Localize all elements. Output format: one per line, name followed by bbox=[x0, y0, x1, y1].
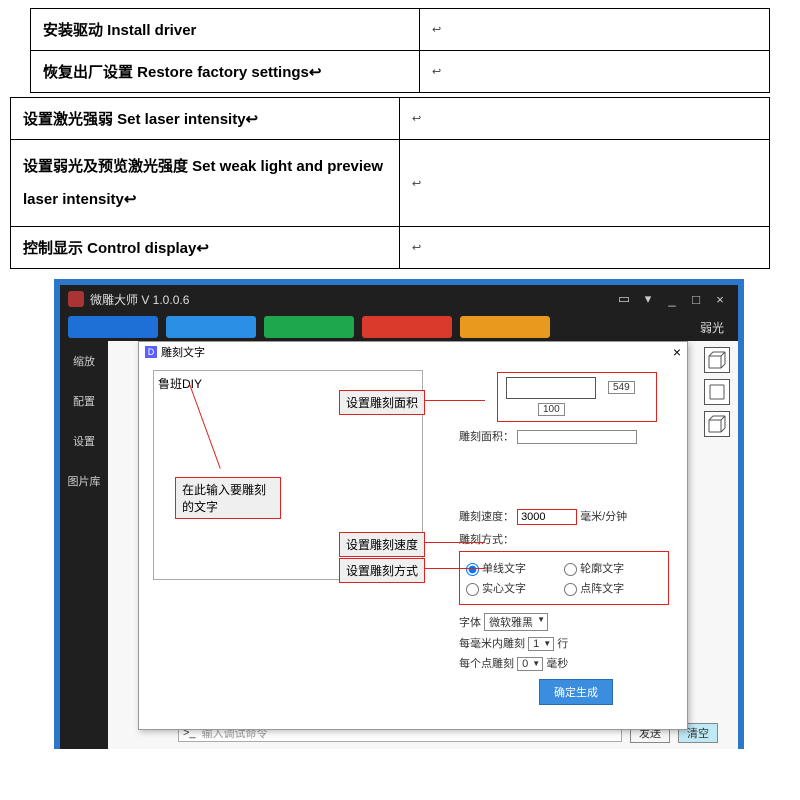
per-dot-label: 每个点雕刻 bbox=[459, 658, 514, 670]
app-window: 微雕大师 V 1.0.0.6 ▭ ▾ _ □ × 弱光 缩放 配置 设置 图片库 bbox=[60, 285, 738, 749]
titlebar: 微雕大师 V 1.0.0.6 ▭ ▾ _ □ × bbox=[60, 285, 738, 313]
mode-label: 雕刻方式： bbox=[459, 531, 679, 547]
tab-1[interactable] bbox=[68, 316, 158, 338]
table2-row1: 设置激光强弱 Set laser intensity↩ bbox=[11, 98, 400, 140]
dialog-header: D 雕刻文字 × bbox=[139, 342, 687, 362]
engrave-mode-group: 单线文字 轮廓文字 实心文字 点阵文字 bbox=[459, 551, 669, 605]
arrow-line bbox=[425, 542, 485, 543]
chat-icon[interactable]: ▭ bbox=[614, 291, 634, 307]
per-dot-suffix: 毫秒 bbox=[546, 658, 568, 670]
screenshot-frame: 微雕大师 V 1.0.0.6 ▭ ▾ _ □ × 弱光 缩放 配置 设置 图片库 bbox=[54, 279, 744, 749]
speed-label: 雕刻速度： bbox=[459, 511, 514, 523]
main-canvas: D 雕刻文字 × 鲁班DIY 在此输入要雕刻的文字 设置雕刻面积 设置雕刻速度 … bbox=[108, 341, 738, 749]
per-dot-select[interactable]: 0 bbox=[517, 657, 543, 671]
tab-2[interactable] bbox=[166, 316, 256, 338]
table1-row2: 恢复出厂设置 Restore factory settings↩ bbox=[31, 51, 420, 93]
size-width-value: 549 bbox=[608, 381, 635, 394]
sidebar-item-zoom[interactable]: 缩放 bbox=[60, 341, 108, 381]
arrow-line bbox=[425, 400, 485, 401]
minimize-icon[interactable]: _ bbox=[662, 292, 682, 307]
mode-option-outline[interactable]: 轮廓文字 bbox=[564, 560, 659, 576]
table2-row1-b: ↩ bbox=[400, 98, 770, 140]
per-mm-suffix: 行 bbox=[557, 638, 568, 650]
close-icon[interactable]: × bbox=[710, 292, 730, 307]
maximize-icon[interactable]: □ bbox=[686, 292, 706, 307]
tab-4[interactable] bbox=[362, 316, 452, 338]
right-fields: 549 100 雕刻面积： 雕刻速度： 毫米/分钟 雕刻方式： bbox=[439, 372, 679, 705]
dialog-close-icon[interactable]: × bbox=[673, 344, 681, 360]
mode-option-dot-matrix[interactable]: 点阵文字 bbox=[564, 580, 659, 596]
font-select[interactable]: 微软雅黑 bbox=[484, 613, 548, 631]
dialog-tab-icon: D bbox=[145, 346, 157, 358]
callout-text-hint: 在此输入要雕刻的文字 bbox=[175, 477, 281, 519]
doc-table-1: 安装驱动 Install driver ↩ 恢复出厂设置 Restore fac… bbox=[30, 8, 770, 93]
speed-unit: 毫米/分钟 bbox=[580, 511, 627, 523]
per-mm-label: 每毫米内雕刻 bbox=[459, 638, 525, 650]
app-title: 微雕大师 V 1.0.0.6 bbox=[90, 291, 189, 308]
size-preview-rect bbox=[506, 377, 596, 399]
front-view-icon[interactable] bbox=[704, 379, 730, 405]
per-mm-select[interactable]: 1 bbox=[528, 637, 554, 651]
sidebar-item-config[interactable]: 配置 bbox=[60, 381, 108, 421]
table1-row1: 安装驱动 Install driver bbox=[31, 9, 420, 51]
app-icon bbox=[68, 291, 84, 307]
engrave-text-value: 鲁班DIY bbox=[158, 377, 202, 391]
callout-mode: 设置雕刻方式 bbox=[339, 558, 425, 583]
sidebar: 缩放 配置 设置 图片库 bbox=[60, 341, 108, 749]
callout-area: 设置雕刻面积 bbox=[339, 390, 425, 415]
confirm-generate-button[interactable]: 确定生成 bbox=[539, 679, 613, 705]
sidebar-item-settings[interactable]: 设置 bbox=[60, 421, 108, 461]
size-height-value: 100 bbox=[538, 403, 565, 416]
mode-option-solid[interactable]: 实心文字 bbox=[466, 580, 561, 596]
table2-row3-b: ↩ bbox=[400, 227, 770, 269]
doc-table-2: 设置激光强弱 Set laser intensity↩ ↩ 设置弱光及预览激光强… bbox=[10, 97, 770, 269]
tabs-row: 弱光 bbox=[60, 313, 738, 341]
table2-row3: 控制显示 Control display↩ bbox=[11, 227, 400, 269]
arrow-line bbox=[425, 568, 485, 569]
area-label: 雕刻面积： bbox=[459, 431, 514, 443]
engrave-text-dialog: D 雕刻文字 × 鲁班DIY 在此输入要雕刻的文字 设置雕刻面积 设置雕刻速度 … bbox=[138, 341, 688, 730]
dialog-tab-label: 雕刻文字 bbox=[161, 344, 205, 360]
perspective-view-icon[interactable] bbox=[704, 347, 730, 373]
view-icons bbox=[704, 347, 730, 437]
table2-row2: 设置弱光及预览激光强度 Set weak light and preview l… bbox=[11, 140, 400, 227]
tab-5[interactable] bbox=[460, 316, 550, 338]
engrave-speed-input[interactable] bbox=[517, 509, 577, 525]
menu-icon[interactable]: ▾ bbox=[638, 291, 658, 307]
weak-light-button[interactable]: 弱光 bbox=[694, 317, 730, 338]
top-view-icon[interactable] bbox=[704, 411, 730, 437]
table1-row2-b: ↩ bbox=[420, 51, 770, 93]
table1-row1-b: ↩ bbox=[420, 9, 770, 51]
tab-3[interactable] bbox=[264, 316, 354, 338]
sidebar-item-gallery[interactable]: 图片库 bbox=[60, 461, 108, 501]
engrave-area-field[interactable] bbox=[517, 430, 637, 444]
table2-row2-b: ↩ bbox=[400, 140, 770, 227]
content-area: 缩放 配置 设置 图片库 D 雕刻文字 × bbox=[60, 341, 738, 749]
font-label: 字体 bbox=[459, 617, 481, 629]
engrave-size-box: 549 100 bbox=[497, 372, 657, 422]
callout-speed: 设置雕刻速度 bbox=[339, 532, 425, 557]
